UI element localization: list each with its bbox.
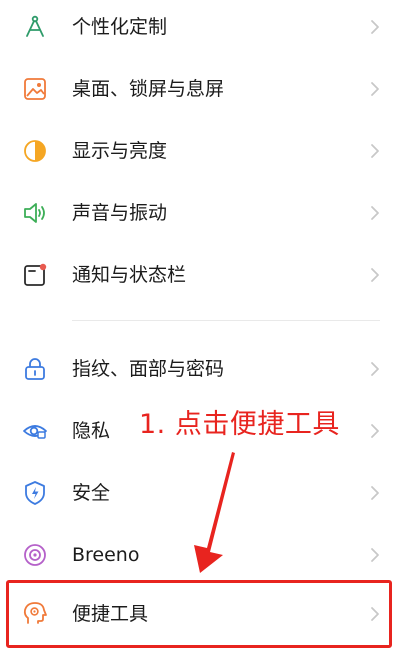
chevron-right-icon <box>371 486 379 500</box>
settings-item-desktop-lockscreen[interactable]: 桌面、锁屏与息屏 <box>0 58 400 120</box>
settings-item-label: 安全 <box>72 482 111 504</box>
speaker-icon <box>24 203 45 223</box>
highlight-box <box>6 580 392 648</box>
settings-item-personalization[interactable]: 个性化定制 <box>0 0 400 58</box>
settings-item-label: Breeno <box>72 544 140 566</box>
settings-item-fingerprint-face-password[interactable]: 指纹、面部与密码 <box>0 338 400 400</box>
settings-item-security[interactable]: 安全 <box>0 462 400 524</box>
settings-item-label: 显示与亮度 <box>72 140 168 162</box>
lock-icon <box>25 358 45 380</box>
settings-item-label: 个性化定制 <box>72 16 168 38</box>
settings-screen: 个性化定制 桌面、锁屏与息屏 显示与亮度 声音与振动 通知与状态栏 指纹、面部与… <box>0 0 400 659</box>
brightness-icon <box>24 140 46 162</box>
section-divider <box>72 320 380 321</box>
chevron-right-icon <box>371 548 379 562</box>
settings-item-label: 隐私 <box>72 420 111 442</box>
settings-item-label: 通知与状态栏 <box>72 264 187 286</box>
chevron-right-icon <box>371 362 379 376</box>
wallpaper-icon <box>24 78 46 100</box>
annotation-text: 1. 点击便捷工具 <box>139 409 340 440</box>
settings-item-sound-vibration[interactable]: 声音与振动 <box>0 182 400 244</box>
breeno-icon <box>24 544 46 566</box>
chevron-right-icon <box>371 20 379 34</box>
shield-icon <box>25 481 45 505</box>
chevron-right-icon <box>371 424 379 438</box>
notification-icon <box>24 263 47 286</box>
settings-item-breeno[interactable]: Breeno <box>0 524 400 586</box>
compass-icon <box>26 15 44 37</box>
chevron-right-icon <box>371 206 379 220</box>
settings-item-notification-statusbar[interactable]: 通知与状态栏 <box>0 244 400 306</box>
settings-item-label: 声音与振动 <box>72 202 168 224</box>
settings-item-label: 桌面、锁屏与息屏 <box>72 78 225 100</box>
chevron-right-icon <box>371 268 379 282</box>
chevron-right-icon <box>371 82 379 96</box>
settings-item-display-brightness[interactable]: 显示与亮度 <box>0 120 400 182</box>
privacy-eye-icon <box>23 425 47 439</box>
chevron-right-icon <box>371 144 379 158</box>
settings-item-label: 指纹、面部与密码 <box>72 358 225 380</box>
